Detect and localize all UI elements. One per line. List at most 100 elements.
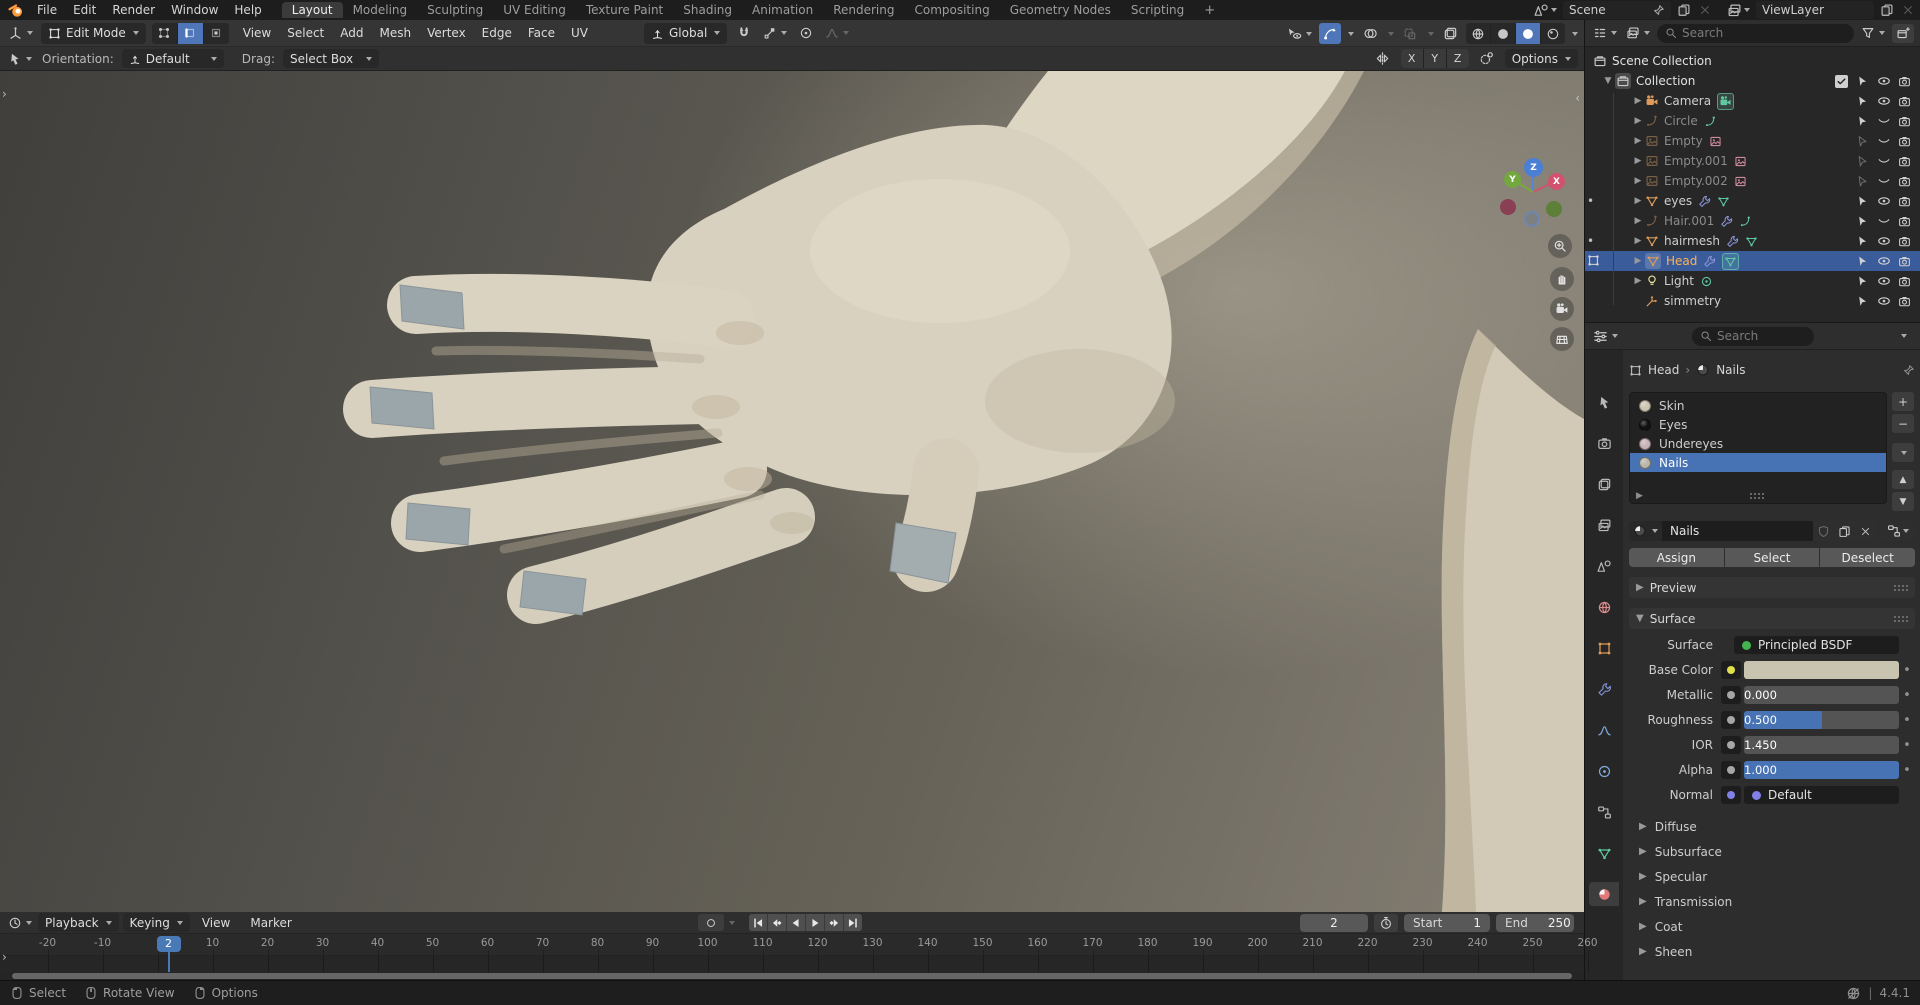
object-name[interactable]: hairmesh [1664,234,1720,248]
render-visibility-toggle[interactable] [1894,115,1915,128]
properties-options-dropdown[interactable] [1892,326,1914,347]
panel-transmission[interactable]: ▶ Transmission [1629,889,1915,914]
properties-tab-physics[interactable] [1589,759,1619,783]
properties-tab-render[interactable] [1589,431,1619,455]
expand-icon[interactable]: ▶ [1631,136,1645,146]
timeline-ruler[interactable]: -20 -10 10 20 30 40 50 60 70 80 90 100 110 120 130 140 1… [0,934,1598,956]
object-name[interactable]: Head [1666,254,1697,268]
surface-panel-header[interactable]: ▼ Surface [1629,608,1915,629]
viewport-menu-vertex[interactable]: Vertex [419,26,474,40]
viewport-menu-select[interactable]: Select [279,26,332,40]
render-visibility-toggle[interactable] [1894,75,1915,88]
outliner-row-scene-collection[interactable]: Scene Collection [1585,51,1920,71]
properties-tab-constraints[interactable] [1589,800,1619,824]
selectability-toggle[interactable] [1852,255,1873,268]
add-slot-button[interactable]: + [1892,392,1914,411]
menu-window[interactable]: Window [163,3,226,17]
object-name[interactable]: Empty.002 [1664,174,1728,188]
render-visibility-toggle[interactable] [1894,155,1915,168]
overlays-caret[interactable] [1388,31,1394,36]
delete-viewlayer-button[interactable] [1900,1,1916,19]
properties-tab-view-layer[interactable] [1589,513,1619,537]
gizmo-z-neg-axis[interactable] [1524,211,1540,227]
visibility-toggle[interactable] [1873,94,1894,108]
outliner-row-hairmesh[interactable]: • ▶ hairmesh [1585,231,1920,251]
selectability-toggle[interactable] [1852,115,1873,128]
snap-target-dropdown[interactable] [761,23,789,44]
blender-logo-icon[interactable] [6,1,27,19]
timeline-track[interactable] [0,956,1589,972]
node-tree-dropdown[interactable] [1881,521,1915,541]
ior-slider[interactable]: 1.450 [1744,736,1899,754]
outliner-display-mode-dropdown[interactable] [1591,23,1619,44]
mode-dropdown[interactable]: Edit Mode [41,22,146,44]
face-select-button[interactable] [203,22,229,44]
material-slot-eyes[interactable]: Eyes [1630,415,1886,434]
delete-scene-button[interactable] [1697,1,1713,19]
next-keyframe-button[interactable] [825,914,843,931]
xray-caret[interactable] [1428,31,1434,36]
animate-dot[interactable]: • [1899,738,1915,753]
visibility-toggle[interactable] [1873,294,1894,308]
slot-specials-dropdown[interactable] [1892,443,1914,462]
workspace-tab-texture-paint[interactable]: Texture Paint [576,2,673,18]
menu-help[interactable]: Help [226,3,269,17]
show-gizmo-toggle[interactable] [1319,23,1341,44]
vertex-select-button[interactable] [151,22,177,44]
gizmo-z-axis[interactable]: Z [1524,158,1543,177]
proportional-falloff-dropdown[interactable] [823,23,851,44]
viewlayer-name-field[interactable]: ViewLayer [1756,1,1874,19]
collapse-icon[interactable]: ▼ [1601,76,1615,86]
menu-render[interactable]: Render [104,3,163,17]
show-overlays-toggle[interactable] [1359,23,1381,44]
viewport-menu-uv[interactable]: UV [563,26,596,40]
animate-dot[interactable]: • [1899,663,1915,678]
animate-dot[interactable]: • [1899,763,1915,778]
frame-end-field[interactable]: End 250 [1496,914,1574,932]
new-collection-button[interactable] [1892,23,1914,43]
mirror-axis-y[interactable]: Y [1423,49,1446,68]
transform-orientation-dropdown[interactable]: Global [644,22,728,44]
outliner-filter-dropdown[interactable] [1859,23,1887,44]
timeline-marker-menu[interactable]: Marker [242,916,299,930]
selectability-toggle[interactable] [1852,75,1873,88]
properties-tab-scene[interactable] [1589,554,1619,578]
current-frame-field[interactable]: 2 [1300,914,1368,932]
surface-input[interactable]: Principled BSDF [1734,636,1899,654]
node-socket[interactable] [1721,711,1741,729]
object-name[interactable]: Scene Collection [1612,54,1712,68]
visibility-toggle[interactable] [1873,194,1894,208]
object-name[interactable]: Circle [1664,114,1698,128]
outliner-row-light[interactable]: ▶ Light [1585,271,1920,291]
render-visibility-toggle[interactable] [1894,95,1915,108]
panel-grip[interactable] [1893,614,1908,623]
unlink-material-button[interactable] [1855,521,1876,541]
selectability-toggle[interactable] [1852,275,1873,288]
properties-tab-modifiers[interactable] [1589,677,1619,701]
workspace-tab-shading[interactable]: Shading [673,2,742,18]
sidebar-toggle-arrow[interactable]: › [2,87,7,101]
mirror-icon[interactable] [1372,48,1394,69]
active-tool-button[interactable] [6,48,34,69]
mirror-axis-x[interactable]: X [1400,49,1423,68]
node-socket[interactable] [1721,686,1741,704]
remove-slot-button[interactable]: − [1892,414,1914,433]
edge-select-button[interactable] [177,22,203,44]
object-name[interactable]: Camera [1664,94,1711,108]
animate-dot[interactable]: • [1899,688,1915,703]
properties-tab-object[interactable] [1589,636,1619,660]
panel-subsurface[interactable]: ▶ Subsurface [1629,839,1915,864]
mirror-axis-z[interactable]: Z [1446,49,1469,68]
expand-icon[interactable]: ▶ [1631,256,1645,266]
selectability-toggle[interactable] [1852,235,1873,248]
viewport-menu-face[interactable]: Face [520,26,563,40]
add-workspace-button[interactable]: + [1196,3,1223,18]
timeline-channel-toggle-arrow[interactable]: › [2,950,7,964]
outliner-row-collection[interactable]: ▼ Collection [1585,71,1920,91]
panel-sheen[interactable]: ▶ Sheen [1629,939,1915,964]
playback-menu[interactable]: Playback [38,913,119,932]
object-name[interactable]: Collection [1636,74,1695,88]
breadcrumb-object[interactable]: Head [1648,363,1679,377]
breadcrumb-material[interactable]: Nails [1716,363,1745,377]
workspace-tab-scripting[interactable]: Scripting [1121,2,1194,18]
